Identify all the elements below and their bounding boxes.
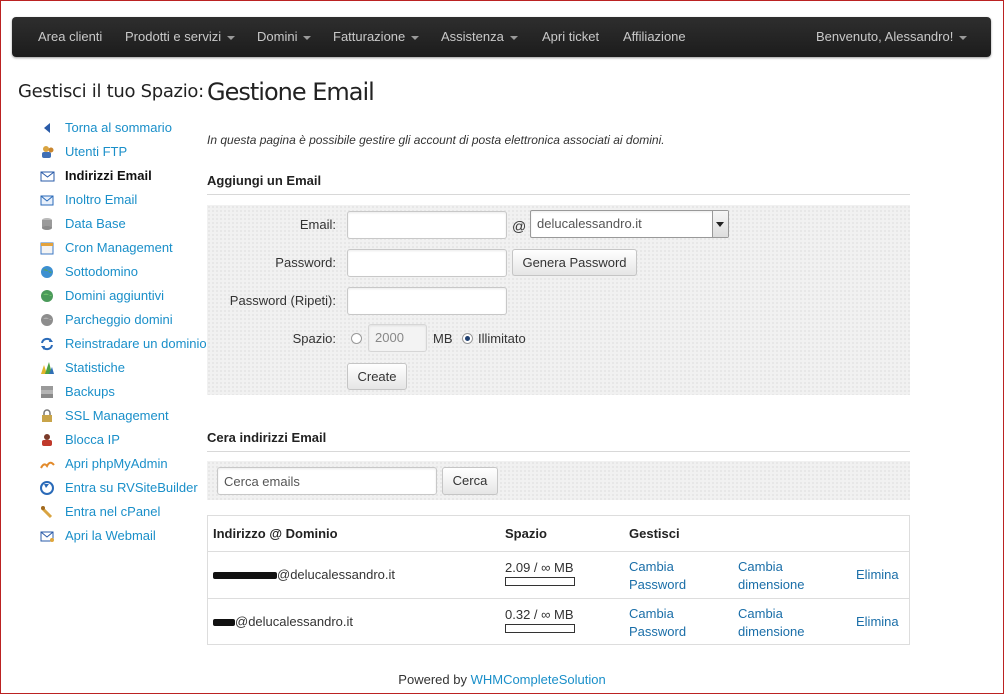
page-intro: In questa pagina è possibile gestire gli… xyxy=(207,133,665,147)
nav-user-menu[interactable]: Benvenuto, Alessandro! xyxy=(816,17,968,57)
redirect-arrows-icon xyxy=(41,337,53,351)
nav-domini[interactable]: Domini xyxy=(257,17,312,57)
change-size-link[interactable]: Cambia dimensione xyxy=(738,605,805,641)
sitebuilder-icon xyxy=(40,481,54,495)
parked-globe-icon xyxy=(41,314,53,326)
password-field[interactable] xyxy=(347,249,507,277)
block-user-icon xyxy=(42,434,52,446)
nav-area-clienti[interactable]: Area clienti xyxy=(38,17,102,57)
usage-bar xyxy=(505,577,575,586)
chevron-down-icon[interactable] xyxy=(712,211,728,237)
caret-down-icon xyxy=(509,35,518,40)
row-divider xyxy=(208,598,909,599)
cpanel-icon xyxy=(40,506,53,519)
space-unlimited-label: Illimitato xyxy=(478,331,526,346)
caret-down-icon xyxy=(303,35,312,40)
usage-bar xyxy=(505,624,575,633)
nav-fatturazione[interactable]: Fatturazione xyxy=(333,17,420,57)
email-field[interactable] xyxy=(347,211,507,239)
nav-prodotti-servizi[interactable]: Prodotti e servizi xyxy=(125,17,236,57)
divider xyxy=(207,451,910,452)
address-domain: @delucalessandro.it xyxy=(235,614,353,629)
table-row-address: @delucalessandro.it xyxy=(213,567,395,582)
address-domain: @delucalessandro.it xyxy=(277,567,395,582)
generate-password-button[interactable]: Genera Password xyxy=(512,249,637,276)
row-divider xyxy=(208,551,909,552)
column-header-space: Spazio xyxy=(505,526,547,541)
space-quota-field[interactable]: 2000 xyxy=(368,324,427,352)
search-button[interactable]: Cerca xyxy=(442,467,498,495)
password-repeat-field[interactable] xyxy=(347,287,507,315)
page-footer: Powered by WHMCompleteSolution xyxy=(0,672,1004,687)
change-password-link[interactable]: Cambia Password xyxy=(629,558,686,594)
email-accounts-table: Indirizzo @ Dominio Spazio Gestisci @del… xyxy=(207,515,910,645)
back-arrow-icon xyxy=(44,123,50,133)
add-email-heading: Aggiungi un Email xyxy=(207,173,322,188)
domain-select[interactable]: delucalessandro.it xyxy=(530,210,729,238)
caret-down-icon xyxy=(411,35,420,40)
password-label: Password: xyxy=(275,255,336,270)
caret-down-icon xyxy=(227,35,236,40)
globe-icon xyxy=(41,266,53,278)
globe-add-icon xyxy=(41,290,53,302)
table-row-usage: 0.32 / ∞ MB xyxy=(505,607,574,622)
caret-down-icon xyxy=(959,35,968,40)
backup-icon xyxy=(41,386,53,398)
calendar-icon xyxy=(40,242,54,255)
nav-affiliazione[interactable]: Affiliazione xyxy=(623,17,686,57)
search-emails-input[interactable] xyxy=(217,467,437,495)
change-password-link[interactable]: Cambia Password xyxy=(629,605,686,641)
forward-email-icon xyxy=(40,195,54,206)
password-repeat-label: Password (Ripeti): xyxy=(229,293,336,308)
ftp-users-icon xyxy=(42,146,54,158)
nav-apri-ticket[interactable]: Apri ticket xyxy=(542,17,599,57)
delete-link[interactable]: Elimina xyxy=(856,567,899,582)
envelope-icon xyxy=(40,171,55,182)
change-size-link[interactable]: Cambia dimensione xyxy=(738,558,805,594)
create-button[interactable]: Create xyxy=(347,363,407,390)
footer-whmcs-link[interactable]: WHMCompleteSolution xyxy=(471,672,606,687)
table-row-address: @delucalessandro.it xyxy=(213,614,353,629)
stats-chart-icon xyxy=(41,362,54,374)
nav-assistenza[interactable]: Assistenza xyxy=(441,17,518,57)
ssl-icon xyxy=(42,409,52,422)
divider xyxy=(207,194,910,195)
space-limited-radio[interactable] xyxy=(351,333,362,344)
sidebar-title: Gestisci il tuo Spazio: xyxy=(18,81,204,102)
phpmyadmin-icon xyxy=(40,461,55,469)
delete-link[interactable]: Elimina xyxy=(856,614,899,629)
footer-prefix: Powered by xyxy=(398,672,467,687)
redacted-username xyxy=(213,572,277,580)
table-row-usage: 2.09 / ∞ MB xyxy=(505,560,574,575)
top-navbar: Area clienti Prodotti e servizi Domini F… xyxy=(12,17,991,57)
space-label: Spazio: xyxy=(292,331,336,346)
database-icon xyxy=(42,218,52,230)
email-label: Email: xyxy=(299,217,336,232)
at-sign: @ xyxy=(512,218,527,234)
page-title: Gestione Email xyxy=(207,78,375,106)
column-header-manage: Gestisci xyxy=(629,526,680,541)
space-unlimited-radio[interactable] xyxy=(462,333,473,344)
domain-select-value: delucalessandro.it xyxy=(537,216,642,231)
search-email-heading: Cera indirizzi Email xyxy=(207,430,327,445)
webmail-icon xyxy=(40,531,54,542)
redacted-username xyxy=(213,619,235,627)
space-unit: MB xyxy=(433,331,453,346)
column-header-address: Indirizzo @ Dominio xyxy=(213,526,338,541)
